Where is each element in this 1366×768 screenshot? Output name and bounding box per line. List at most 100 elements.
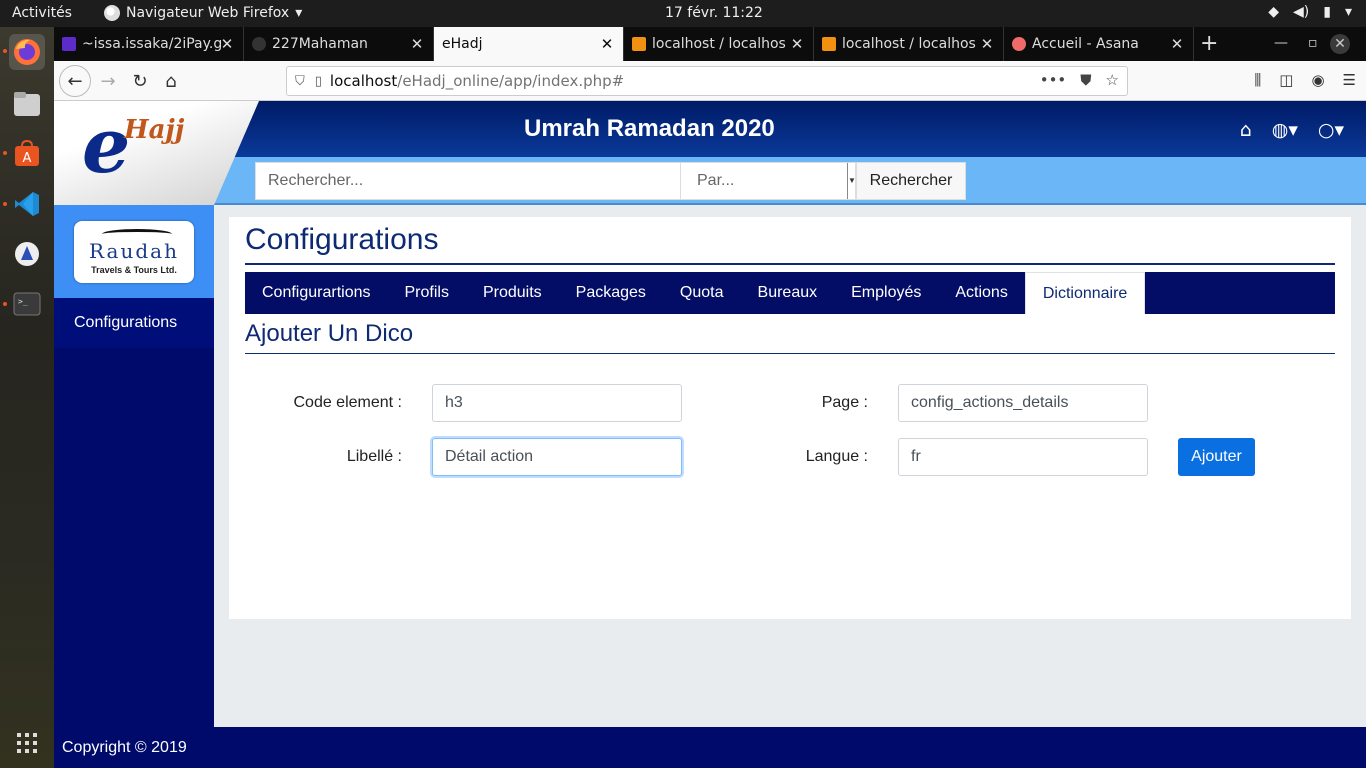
- url-path: /eHadj_online/app/index.php#: [397, 72, 625, 90]
- terminal-dock-icon[interactable]: >_: [9, 286, 45, 322]
- page-actions-icon[interactable]: •••: [1040, 71, 1067, 89]
- page-info-icon[interactable]: ▯: [315, 74, 322, 89]
- tab-produits[interactable]: Produits: [466, 272, 559, 314]
- account-icon[interactable]: ◉: [1311, 71, 1324, 89]
- user-menu-icon[interactable]: ○▾: [1318, 119, 1344, 141]
- sidebar: Raudah Travels & Tours Ltd. Configuratio…: [54, 205, 214, 728]
- globe-icon[interactable]: ◍▾: [1272, 119, 1298, 141]
- pocket-icon[interactable]: ⛊: [1080, 71, 1091, 89]
- tab-favicon-icon: [822, 37, 836, 51]
- close-tab-icon[interactable]: ✕: [979, 35, 995, 53]
- browser-nav-bar: ← → ↻ ⌂ ⛉ ▯ localhost/eHadj_online/app/i…: [54, 61, 1366, 101]
- running-indicator: [3, 49, 7, 53]
- tab-favicon-icon: [632, 37, 646, 51]
- url-host: localhost: [329, 72, 398, 90]
- ubuntu-dock: A >_: [0, 27, 54, 768]
- search-button[interactable]: Rechercher: [856, 162, 966, 200]
- url-bar[interactable]: ⛉ ▯ localhost/eHadj_online/app/index.php…: [286, 66, 1128, 96]
- svg-text:>_: >_: [18, 297, 28, 306]
- browser-tab[interactable]: Accueil - Asana ✕: [1004, 27, 1194, 61]
- search-input[interactable]: Rechercher...: [255, 162, 681, 200]
- battery-icon: ▮: [1323, 4, 1331, 20]
- home-icon[interactable]: ⌂: [157, 67, 185, 95]
- shield-icon: ⛉: [295, 73, 305, 89]
- close-tab-icon[interactable]: ✕: [789, 35, 805, 53]
- search-band: Rechercher... Par... ▼ Rechercher: [54, 157, 1366, 205]
- dash-app-dock-icon[interactable]: [9, 236, 45, 272]
- tab-profils[interactable]: Profils: [388, 272, 466, 314]
- app-menu-label: Navigateur Web Firefox: [126, 5, 290, 21]
- app-menu[interactable]: Navigateur Web Firefox ▾: [104, 5, 302, 21]
- activities-button[interactable]: Activités: [12, 5, 72, 21]
- tab-configurations[interactable]: Configurartions: [245, 272, 388, 314]
- volume-icon: ◀): [1293, 4, 1310, 20]
- chevron-down-icon: ▾: [295, 5, 303, 21]
- raudah-logo: Raudah Travels & Tours Ltd.: [74, 221, 194, 283]
- browser-tab[interactable]: localhost / localhos ✕: [814, 27, 1004, 61]
- app-title: Umrah Ramadan 2020: [524, 115, 775, 142]
- tab-quota[interactable]: Quota: [663, 272, 741, 314]
- back-arrow-icon[interactable]: ←: [59, 65, 91, 97]
- forward-arrow-icon[interactable]: →: [94, 67, 122, 95]
- svg-text:A: A: [23, 151, 32, 166]
- new-tab-icon[interactable]: +: [1200, 31, 1218, 56]
- show-applications-icon[interactable]: [17, 733, 37, 753]
- close-tab-icon[interactable]: ✕: [219, 35, 235, 53]
- libelle-label: Libellé :: [346, 448, 402, 465]
- tab-actions[interactable]: Actions: [938, 272, 1024, 314]
- langue-field[interactable]: fr: [898, 438, 1148, 476]
- libelle-field[interactable]: Détail action: [432, 438, 682, 476]
- close-window-icon[interactable]: ✕: [1330, 34, 1350, 54]
- tab-packages[interactable]: Packages: [559, 272, 663, 314]
- close-tab-icon[interactable]: ✕: [599, 35, 615, 53]
- firefox-dock-icon[interactable]: [9, 34, 45, 70]
- search-by-select[interactable]: Par... ▼: [680, 162, 856, 200]
- page-label: Page :: [821, 394, 868, 411]
- software-center-dock-icon[interactable]: A: [9, 136, 45, 172]
- minimize-window-icon[interactable]: —: [1274, 35, 1288, 51]
- code-element-label: Code element :: [293, 394, 402, 411]
- ajouter-button[interactable]: Ajouter: [1178, 438, 1255, 476]
- main-card: Configurations Configurartions Profils P…: [229, 217, 1351, 619]
- browser-tab[interactable]: 227Mahaman ✕: [244, 27, 434, 61]
- plane-icon: [102, 229, 172, 239]
- page-field[interactable]: config_actions_details: [898, 384, 1148, 422]
- close-tab-icon[interactable]: ✕: [1169, 35, 1185, 53]
- dropdown-caret-icon: ▼: [847, 163, 856, 199]
- library-icon[interactable]: ⫼: [1254, 71, 1261, 89]
- search-by-value: Par...: [697, 172, 735, 189]
- sidebar-toggle-icon[interactable]: ◫: [1279, 71, 1293, 89]
- config-tabs: Configurartions Profils Produits Package…: [245, 272, 1335, 314]
- brand-subtitle: Travels & Tours Ltd.: [91, 265, 177, 275]
- footer: Copyright © 2019: [54, 727, 1366, 768]
- section-title: Ajouter Un Dico: [245, 320, 414, 347]
- close-tab-icon[interactable]: ✕: [409, 35, 425, 53]
- clock[interactable]: 17 févr. 11:22: [665, 5, 763, 21]
- tab-bureaux[interactable]: Bureaux: [741, 272, 835, 314]
- browser-tab-active[interactable]: eHadj ✕: [434, 27, 624, 61]
- section-divider: [245, 353, 1335, 354]
- tab-dictionnaire[interactable]: Dictionnaire: [1024, 272, 1146, 314]
- files-dock-icon[interactable]: [9, 86, 45, 122]
- sidebar-item-configurations[interactable]: Configurations: [54, 298, 214, 348]
- menu-icon[interactable]: ☰: [1343, 71, 1356, 89]
- system-tray[interactable]: ◆ ◀) ▮ ▾: [1268, 4, 1352, 20]
- logo-hajj: Hajj: [124, 115, 185, 145]
- running-indicator: [3, 151, 7, 155]
- tab-favicon-icon: [252, 37, 266, 51]
- tab-favicon-icon: [62, 37, 76, 51]
- tab-title: eHadj: [442, 36, 483, 52]
- maximize-window-icon[interactable]: ▫: [1308, 35, 1318, 51]
- running-indicator: [3, 302, 7, 306]
- browser-tab[interactable]: localhost / localhos ✕: [624, 27, 814, 61]
- page-title: Configurations: [245, 223, 439, 256]
- reload-icon[interactable]: ↻: [126, 67, 154, 95]
- bookmark-star-icon[interactable]: ☆: [1106, 71, 1119, 89]
- tab-employes[interactable]: Employés: [834, 272, 938, 314]
- home-icon[interactable]: ⌂: [1240, 119, 1252, 141]
- browser-tab[interactable]: ~issa.issaka/2iPay.g ✕: [54, 27, 244, 61]
- vscode-dock-icon[interactable]: [9, 186, 45, 222]
- brand-name: Raudah: [89, 239, 179, 263]
- copyright-text: Copyright © 2019: [62, 739, 187, 756]
- code-element-field[interactable]: h3: [432, 384, 682, 422]
